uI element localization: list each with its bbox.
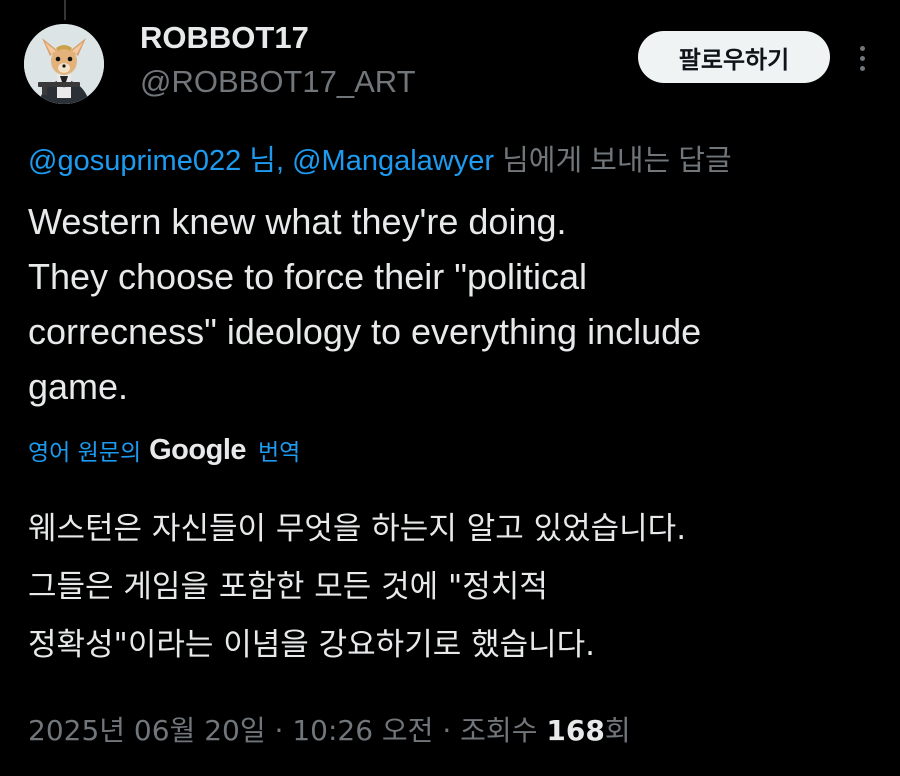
follow-button[interactable]: 팔로우하기 (638, 31, 830, 83)
more-dot (859, 55, 865, 61)
translation-attribution-link[interactable]: 영어 원문의 Google 번역 (28, 433, 300, 467)
translated-text-line: 정확성"이라는 이념을 강요하기로 했습니다. (28, 627, 596, 663)
meta-separator: · (274, 714, 284, 747)
google-logo: Google (149, 433, 247, 466)
more-dot (859, 45, 865, 51)
tweet-metadata: 2025년 06월 20일 · 10:26 오전 · 조회수 168회 (28, 709, 631, 749)
reply-context-suffix: 님에게 보내는 답글 (502, 145, 732, 177)
translated-text: 웨스턴은 자신들이 무엇을 하는지 알고 있었습니다. 그들은 게임을 포함한 … (28, 500, 878, 674)
avatar[interactable] (24, 24, 104, 104)
reply-context: @gosuprime022 님, @Mangalawyer 님에게 보내는 답글 (28, 137, 732, 179)
more-dot (859, 65, 865, 71)
translated-text-line: 그들은 게임을 포함한 모든 것에 "정치적 (28, 569, 548, 605)
author-display-name[interactable]: ROBBOT17 (140, 20, 309, 56)
translation-prefix: 영어 원문의 (28, 440, 142, 466)
author-handle[interactable]: @ROBBOT17_ART (140, 64, 416, 100)
translated-text-line: 웨스턴은 자신들이 무엇을 하는지 알고 있었습니다. (28, 511, 687, 547)
views-label: 조회수 (460, 714, 538, 747)
post-time[interactable]: 10:26 오전 (292, 714, 433, 747)
post-date[interactable]: 2025년 06월 20일 (28, 714, 266, 747)
tweet-text-line: game. (28, 366, 129, 407)
mention-separator: , (275, 145, 285, 177)
thread-connector-line (64, 0, 66, 20)
translation-suffix: 번역 (258, 440, 301, 466)
views-suffix: 회 (604, 714, 631, 747)
tweet-text-line: correcness" ideology to everything inclu… (28, 311, 702, 352)
tweet-text-line: They choose to force their "political (28, 256, 588, 297)
tweet-text: Western knew what they're doing. They ch… (28, 194, 878, 414)
views-count: 168 (546, 714, 605, 747)
mention-link[interactable]: @gosuprime022 님 (28, 145, 276, 177)
chihuahua-avatar-image (24, 24, 104, 104)
tweet-text-line: Western knew what they're doing. (28, 201, 567, 242)
mention-link[interactable]: @Mangalawyer (292, 145, 494, 177)
more-vertical-icon[interactable] (848, 38, 876, 78)
meta-separator: · (442, 714, 452, 747)
